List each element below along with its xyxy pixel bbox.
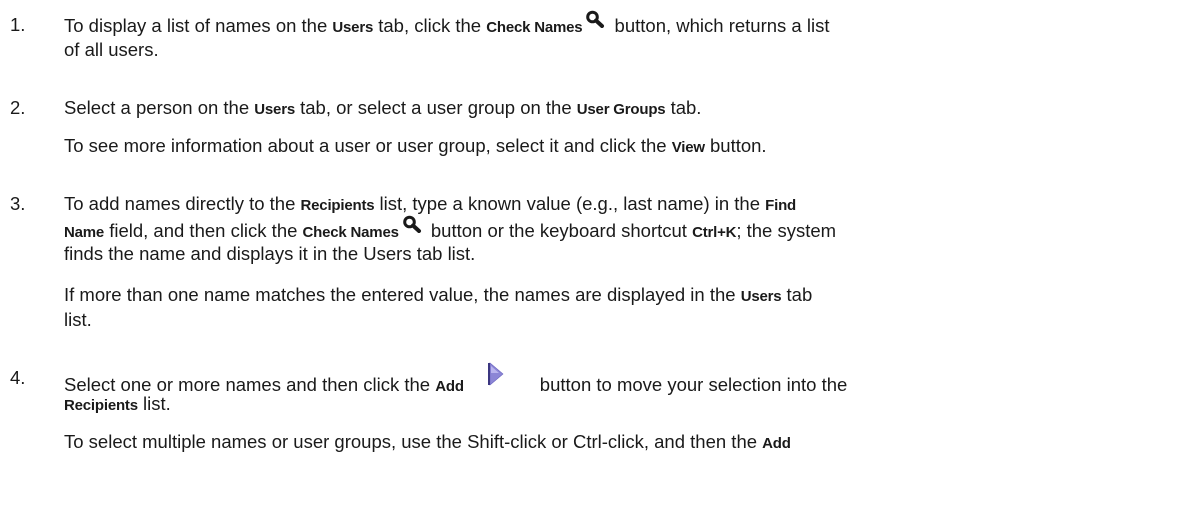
body-text: button to move your selection into the	[539, 374, 848, 395]
body-text: button or the keyboard shortcut	[425, 220, 693, 241]
ui-term: View	[671, 139, 705, 156]
body-text: To select multiple names or user groups,…	[64, 431, 763, 452]
step-number: 2.	[10, 97, 26, 118]
text-line: list.	[64, 309, 92, 331]
text-line: Name field, and then click the Check Nam…	[64, 215, 837, 242]
body-text: tab, click the	[373, 15, 487, 36]
step-number: 3.	[10, 193, 26, 214]
body-text: tab	[781, 284, 813, 305]
magnifier-icon	[402, 215, 422, 233]
body-text: field, and then click the	[104, 220, 303, 241]
text-line: To display a list of names on the Users …	[64, 10, 830, 37]
body-text: button.	[704, 135, 767, 156]
text-line: If more than one name matches the entere…	[64, 284, 812, 306]
ui-term: Users	[740, 288, 782, 305]
body-text: To see more information about a user or …	[64, 135, 672, 156]
ui-term: Ctrl+K	[692, 224, 737, 241]
text-line: Recipients list.	[64, 393, 171, 415]
body-text: finds the name and displays it in the Us…	[64, 243, 476, 264]
body-text: ; the system	[736, 220, 837, 241]
body-text: Select a person on the	[64, 97, 255, 118]
body-text: If more than one name matches the entere…	[64, 284, 741, 305]
add-arrow-icon	[486, 362, 508, 386]
step-number: 4.	[10, 367, 26, 388]
text-line: finds the name and displays it in the Us…	[64, 243, 475, 265]
ui-term: Users	[332, 19, 374, 36]
body-text: To display a list of names on the	[64, 15, 333, 36]
ui-term: Name	[64, 224, 105, 241]
text-line: To add names directly to the Recipients …	[64, 193, 796, 215]
text-line: of all users.	[64, 39, 159, 61]
body-text: button, which returns a list	[609, 15, 830, 36]
ui-term: User Groups	[576, 101, 666, 118]
body-text: tab, or select a user group on the	[294, 97, 577, 118]
text-line: To select multiple names or user groups,…	[64, 431, 791, 453]
body-text: Select one or more names and then click …	[64, 374, 436, 395]
ui-term: Recipients	[300, 197, 375, 214]
body-text: list, type a known value (e.g., last nam…	[374, 193, 766, 214]
body-text: list.	[64, 309, 92, 330]
ui-term: Check Names	[302, 224, 399, 241]
ui-term: Recipients	[64, 397, 138, 414]
step-number: 1.	[10, 14, 26, 35]
body-text: list.	[137, 393, 171, 414]
ui-term: Add	[435, 378, 464, 395]
text-line: Select one or more names and then click …	[64, 362, 848, 396]
ui-term: Check Names	[486, 19, 583, 36]
body-text: of all users.	[64, 39, 159, 60]
ui-term: Find	[765, 197, 796, 214]
body-text: To add names directly to the	[64, 193, 301, 214]
text-line: Select a person on the Users tab, or sel…	[64, 97, 701, 119]
ui-term: Users	[254, 101, 295, 118]
magnifier-icon	[585, 10, 605, 28]
body-text: tab.	[665, 97, 702, 118]
text-line: To see more information about a user or …	[64, 135, 767, 157]
ui-term: Add	[762, 435, 791, 452]
